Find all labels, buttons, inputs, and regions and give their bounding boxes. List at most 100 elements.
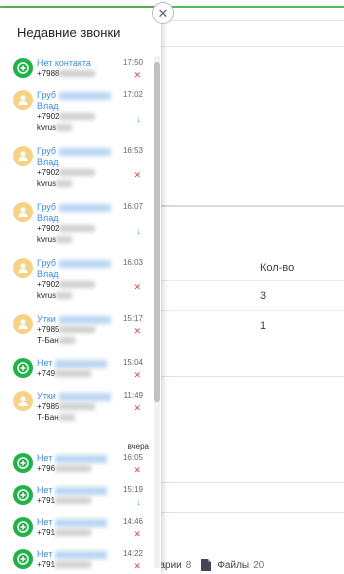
contact-name-line2[interactable]: Влад bbox=[37, 101, 59, 112]
call-time: 11:49 bbox=[123, 391, 143, 400]
call-time: 17:02 bbox=[122, 90, 143, 99]
phone-prefix: +7902 bbox=[37, 168, 60, 177]
table-cell-qty: 3 bbox=[260, 290, 267, 302]
person-icon bbox=[13, 391, 33, 411]
scrollbar-thumb[interactable] bbox=[154, 62, 160, 402]
redacted-name bbox=[55, 486, 108, 495]
contact-name-2: Влад bbox=[37, 157, 59, 167]
redacted-number bbox=[55, 529, 92, 537]
recent-calls-panel: Недавние звонки Нет контакта +7988 17:50 ✕ Г… bbox=[0, 8, 161, 574]
call-time: 14:46 bbox=[122, 517, 143, 526]
plus-circle-icon[interactable] bbox=[13, 485, 33, 505]
person-icon bbox=[13, 202, 33, 222]
redacted-name bbox=[55, 550, 108, 559]
contact-name-line2[interactable]: Влад bbox=[37, 157, 59, 168]
redacted-number bbox=[59, 326, 96, 334]
company-name: kvrus bbox=[37, 179, 73, 189]
tab-files-count: 20 bbox=[253, 559, 265, 571]
redacted-number bbox=[55, 465, 92, 473]
contact-name: Нет bbox=[37, 549, 53, 559]
company-prefix: Т-Бан bbox=[37, 413, 59, 422]
contact-name-link[interactable]: Груб bbox=[37, 90, 112, 101]
tab-files-label: Файлы bbox=[217, 559, 250, 571]
arrow-down-icon: ↓ bbox=[136, 114, 142, 124]
phone-prefix: +791 bbox=[37, 528, 56, 537]
phone-number: +796 bbox=[37, 464, 92, 474]
redacted-company bbox=[56, 292, 73, 300]
table-cell-qty: 1 bbox=[260, 320, 267, 332]
contact-name-2: Влад bbox=[37, 213, 59, 223]
close-button[interactable]: ✕ bbox=[152, 2, 174, 24]
redacted-number bbox=[55, 497, 92, 505]
background-divider bbox=[155, 376, 344, 377]
contact-name: Груб bbox=[37, 90, 57, 100]
redacted-name bbox=[59, 203, 112, 212]
redacted-company bbox=[56, 180, 73, 188]
redacted-name bbox=[59, 91, 112, 100]
table-row-divider bbox=[155, 310, 344, 311]
contact-name-link[interactable]: Нет bbox=[37, 517, 108, 528]
tab-files[interactable]: Файлы 20 bbox=[217, 560, 264, 571]
column-header-qty: Кол-во bbox=[260, 262, 295, 274]
contact-name-2: Влад bbox=[37, 269, 59, 279]
contact-name-link[interactable]: Утки bbox=[37, 391, 111, 402]
redacted-company bbox=[56, 124, 73, 132]
arrow-down-icon: ↓ bbox=[136, 497, 142, 507]
phone-number: +7985 bbox=[37, 402, 96, 412]
phone-prefix: +7902 bbox=[37, 224, 60, 233]
file-icon bbox=[201, 559, 212, 571]
redacted-number bbox=[55, 370, 92, 378]
contact-name-link[interactable]: Нет bbox=[37, 358, 108, 369]
contact-name-link[interactable]: Нет контакта bbox=[37, 58, 91, 69]
redacted-name bbox=[55, 518, 108, 527]
company-name: kvrus bbox=[37, 123, 73, 133]
contact-name-link[interactable]: Нет bbox=[37, 485, 108, 496]
contact-name-link[interactable]: Груб bbox=[37, 146, 112, 157]
plus-circle-icon[interactable] bbox=[13, 453, 33, 473]
contact-name: Груб bbox=[37, 258, 57, 268]
redacted-company bbox=[58, 414, 75, 422]
contact-name: Нет контакта bbox=[37, 58, 91, 68]
contact-name-link[interactable]: Нет bbox=[37, 453, 108, 464]
x-icon: ✕ bbox=[133, 529, 141, 539]
contact-name-link[interactable]: Нет bbox=[37, 549, 108, 560]
contact-name: Нет bbox=[37, 485, 53, 495]
person-icon bbox=[13, 90, 33, 110]
arrow-down-icon: ↓ bbox=[136, 226, 142, 236]
contact-name-line2[interactable]: Влад bbox=[37, 269, 59, 280]
phone-number: +7902 bbox=[37, 112, 96, 122]
person-icon bbox=[13, 314, 33, 334]
panel-title: Недавние звонки bbox=[17, 25, 121, 40]
contact-name: Нет bbox=[37, 517, 53, 527]
phone-number: +7902 bbox=[37, 280, 96, 290]
phone-prefix: +796 bbox=[37, 464, 56, 473]
phone-prefix: +7985 bbox=[37, 325, 60, 334]
company-name: Т-Бан bbox=[37, 336, 75, 346]
call-time: 17:50 bbox=[122, 58, 143, 67]
contact-name-line2[interactable]: Влад bbox=[37, 213, 59, 224]
call-time: 14:22 bbox=[122, 549, 143, 558]
redacted-company bbox=[56, 236, 73, 244]
contact-name-2: Влад bbox=[37, 101, 59, 111]
redacted-company bbox=[58, 337, 75, 345]
plus-circle-icon[interactable] bbox=[13, 358, 33, 378]
plus-circle-icon[interactable] bbox=[13, 58, 33, 78]
call-time: 16:53 bbox=[122, 146, 143, 155]
company-prefix: kvrus bbox=[37, 123, 57, 132]
background-card-header bbox=[150, 20, 344, 47]
contact-name-link[interactable]: Груб bbox=[37, 202, 112, 213]
contact-name-link[interactable]: Утки bbox=[37, 314, 111, 325]
phone-number: +7902 bbox=[37, 168, 96, 178]
redacted-name bbox=[55, 454, 108, 463]
phone-number: +791 bbox=[37, 560, 92, 570]
plus-circle-icon[interactable] bbox=[13, 549, 33, 569]
contact-name-link[interactable]: Груб bbox=[37, 258, 112, 269]
plus-circle-icon[interactable] bbox=[13, 517, 33, 537]
company-prefix: kvrus bbox=[37, 235, 57, 244]
call-time: 15:04 bbox=[122, 358, 143, 367]
close-icon: ✕ bbox=[157, 5, 169, 21]
redacted-name bbox=[58, 392, 111, 401]
call-time: 16:03 bbox=[122, 258, 143, 267]
redacted-name bbox=[58, 315, 111, 324]
phone-prefix: +791 bbox=[37, 560, 56, 569]
